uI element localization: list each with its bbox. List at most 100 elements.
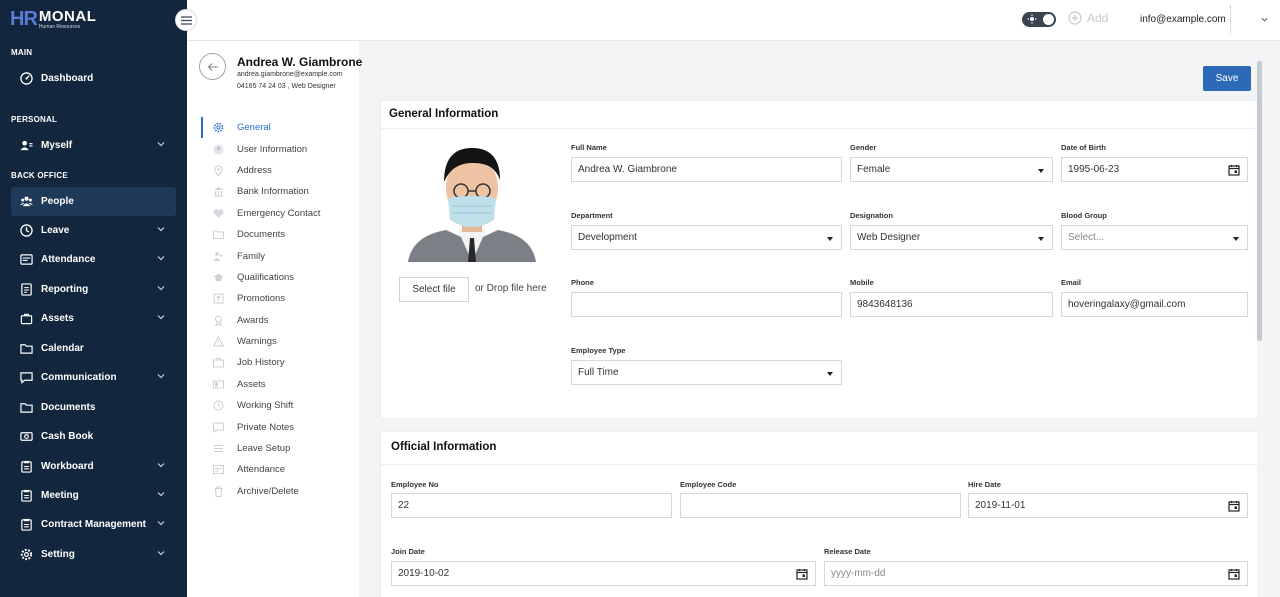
submenu-item-general[interactable]: General: [201, 117, 359, 139]
submenu-label: Assets: [237, 378, 266, 390]
scrollbar[interactable]: [1257, 41, 1262, 597]
submenu-item-job-history[interactable]: Job History: [201, 352, 359, 373]
blood-group-label: Blood Group: [1061, 211, 1107, 220]
gender-select[interactable]: Female: [850, 157, 1053, 182]
email-input[interactable]: hoveringalaxy@gmail.com: [1061, 292, 1248, 317]
sidebar-item-workboard[interactable]: Workboard: [11, 452, 176, 481]
sidebar-item-label: Cash Book: [41, 431, 94, 442]
save-button[interactable]: Save: [1203, 66, 1251, 91]
join-date-input[interactable]: 2019-10-02: [391, 561, 816, 586]
list-icon: [213, 443, 224, 454]
department-label: Department: [571, 211, 613, 220]
sidebar-item-cash-book[interactable]: Cash Book: [11, 422, 176, 451]
back-button[interactable]: [199, 53, 226, 80]
dob-value: 1995-06-23: [1068, 164, 1120, 175]
submenu-item-family[interactable]: Family: [201, 245, 359, 266]
profile-panel: Andrea W. Giambrone andrea.giambrone@exa…: [187, 41, 362, 597]
submenu-item-leave-setup[interactable]: Leave Setup: [201, 438, 359, 459]
submenu-item-archive-delete[interactable]: Archive/Delete: [201, 481, 359, 502]
submenu-item-bank-information[interactable]: Bank Information: [201, 181, 359, 202]
sidebar-item-leave[interactable]: Leave: [11, 216, 176, 245]
brand-logo[interactable]: HR MONAL Human Resources: [10, 8, 96, 31]
employee-code-input[interactable]: [680, 493, 961, 518]
hamburger-icon: [180, 15, 192, 25]
release-date-input[interactable]: yyyy-mm-dd: [824, 561, 1248, 586]
dob-input[interactable]: 1995-06-23: [1061, 157, 1248, 182]
general-information-card: General Information Select file or Drop …: [380, 100, 1259, 419]
sidebar-item-contract-management[interactable]: Contract Management: [11, 510, 176, 539]
sidebar-item-myself[interactable]: Myself: [11, 131, 176, 160]
sidebar-item-dashboard[interactable]: Dashboard: [11, 64, 176, 93]
calendar-icon[interactable]: [1228, 164, 1240, 176]
employee-no-input[interactable]: 22: [391, 493, 672, 518]
sidebar-item-attendance[interactable]: Attendance: [11, 245, 176, 274]
sidebar-item-meeting[interactable]: Meeting: [11, 481, 176, 510]
submenu-item-emergency-contact[interactable]: Emergency Contact: [201, 203, 359, 224]
dashboard-icon: [19, 72, 33, 86]
promotion-icon: [213, 293, 224, 304]
sidebar-item-documents[interactable]: Documents: [11, 393, 176, 422]
phone-input[interactable]: [571, 292, 842, 317]
submenu-label: Private Notes: [237, 421, 295, 433]
calendar-icon[interactable]: [1228, 568, 1240, 580]
sidebar-item-label: Meeting: [41, 490, 79, 501]
profile-photo[interactable]: [402, 138, 542, 262]
sidebar-item-assets[interactable]: Assets: [11, 304, 176, 333]
sidebar-item-communication[interactable]: Communication: [11, 363, 176, 392]
sidebar-item-label: Reporting: [41, 284, 89, 295]
user-email[interactable]: info@example.com: [1140, 14, 1226, 25]
calendar-icon[interactable]: [796, 568, 808, 580]
chevron-down-icon: [157, 521, 165, 526]
mobile-input[interactable]: 9843648136: [850, 292, 1053, 317]
employee-no-label: Employee No: [391, 480, 439, 489]
assets-icon: [19, 312, 33, 326]
sidebar-item-reporting[interactable]: Reporting: [11, 275, 176, 304]
profile-meta: 04165 74 24 03 , Web Designer: [237, 83, 336, 90]
submenu-item-private-notes[interactable]: Private Notes: [201, 416, 359, 437]
menu-toggle-button[interactable]: [175, 9, 197, 31]
full-name-input[interactable]: Andrea W. Giambrone: [571, 157, 842, 182]
gear-icon: [213, 122, 224, 133]
map-pin-icon: [213, 165, 224, 176]
sidebar-item-people[interactable]: People: [11, 187, 176, 216]
submenu-item-qualifications[interactable]: Qualifications: [201, 267, 359, 288]
chevron-down-icon[interactable]: [1260, 15, 1269, 24]
arrow-left-icon: [207, 62, 218, 71]
sidebar-item-label: Attendance: [41, 254, 96, 265]
employee-type-select[interactable]: Full Time: [571, 360, 842, 385]
department-select[interactable]: Development: [571, 225, 842, 250]
employee-type-label: Employee Type: [571, 346, 626, 355]
designation-select[interactable]: Web Designer: [850, 225, 1053, 250]
submenu-label: Warnings: [237, 336, 277, 348]
submenu-item-working-shift[interactable]: Working Shift: [201, 395, 359, 416]
clock-icon: [213, 400, 224, 411]
hire-date-input[interactable]: 2019-11-01: [968, 493, 1248, 518]
theme-toggle[interactable]: [1022, 12, 1056, 27]
submenu-item-attendance[interactable]: Attendance: [201, 459, 359, 480]
submenu-item-awards[interactable]: Awards: [201, 310, 359, 331]
sidebar-item-label: Documents: [41, 402, 96, 413]
submenu-item-documents[interactable]: Documents: [201, 224, 359, 245]
family-icon: [213, 251, 224, 262]
select-file-button[interactable]: Select file: [399, 277, 469, 302]
submenu-label: Working Shift: [237, 400, 294, 412]
sidebar: HR MONAL Human Resources MAIN Dashboard …: [0, 0, 187, 597]
submenu-item-user-information[interactable]: User Information: [201, 138, 359, 159]
blood-group-select[interactable]: Select...: [1061, 225, 1248, 250]
submenu-item-promotions[interactable]: Promotions: [201, 288, 359, 309]
submenu-item-address[interactable]: Address: [201, 160, 359, 181]
calendar-icon[interactable]: [1228, 500, 1240, 512]
add-button[interactable]: Add: [1068, 11, 1108, 25]
sidebar-item-calendar[interactable]: Calendar: [11, 334, 176, 363]
chevron-down-icon: [157, 256, 165, 261]
submenu-item-warnings[interactable]: Warnings: [201, 331, 359, 352]
section-personal: PERSONAL: [11, 115, 58, 124]
scrollbar-thumb[interactable]: [1257, 61, 1262, 341]
profile-submenu: General User Information Address Bank In…: [201, 117, 359, 502]
submenu-item-assets[interactable]: Assets: [201, 374, 359, 395]
chevron-down-icon: [157, 492, 165, 497]
sidebar-item-label: Contract Management: [41, 519, 147, 530]
mobile-label: Mobile: [850, 278, 874, 287]
submenu-label: Family: [237, 250, 265, 262]
sidebar-item-setting[interactable]: Setting: [11, 540, 176, 569]
